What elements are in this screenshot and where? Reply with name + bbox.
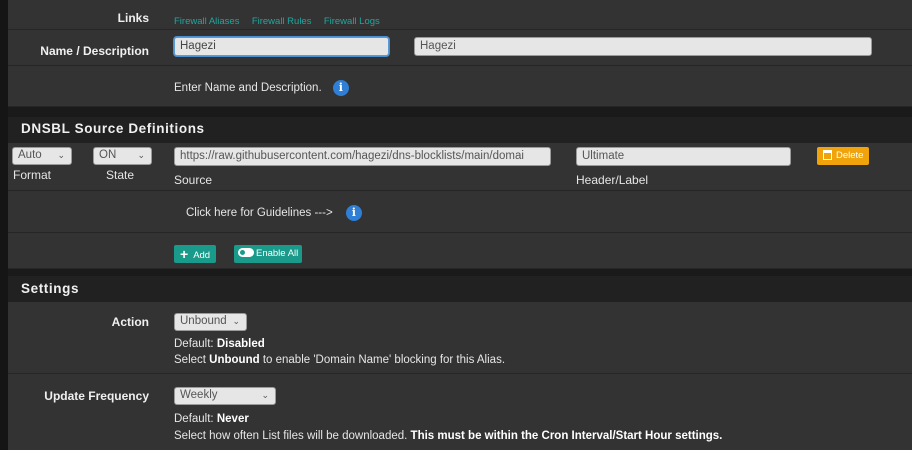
plus-icon: + [180, 246, 189, 262]
format-label: Format [13, 168, 52, 182]
header-label-caption: Header/Label [576, 173, 649, 187]
state-value: ON [99, 149, 117, 161]
action-value: Unbound [180, 315, 227, 327]
trash-icon [823, 150, 832, 160]
toggle-icon [238, 248, 254, 257]
firewall-rules-link[interactable]: Firewall Rules [252, 16, 312, 27]
section-gap-2 [8, 269, 912, 276]
action-help-prefix: Select [174, 354, 206, 366]
chevron-down-icon: ⌄ [261, 390, 269, 400]
source-url-input[interactable]: https://raw.githubusercontent.com/hagezi… [174, 147, 551, 166]
action-default-value: Disabled [216, 338, 265, 350]
add-button[interactable]: + Add [174, 245, 217, 263]
dnsbl-heading: DNSBL Source Definitions [8, 117, 912, 143]
add-row [8, 233, 912, 269]
action-default: Default: Disabled [174, 338, 265, 350]
action-help-suffix: to enable 'Domain Name' blocking for thi… [262, 354, 506, 366]
name-desc-help-text: Enter Name and Description. [174, 82, 322, 95]
update-frequency-label: Update Frequency [44, 389, 149, 403]
add-button-label: Add [193, 250, 211, 261]
action-select[interactable]: Unbound ⌄ [174, 313, 247, 331]
enable-all-button[interactable]: Enable All [234, 245, 303, 263]
update-help-text: Select how often List files will be down… [174, 430, 408, 442]
delete-button[interactable]: Delete [817, 147, 870, 165]
format-select[interactable]: Auto ⌄ [12, 147, 72, 165]
info-icon[interactable]: i [345, 205, 362, 221]
chevron-down-icon: ⌄ [137, 150, 145, 160]
guidelines-group: Click here for Guidelines ---> i [186, 205, 362, 221]
state-label: State [106, 168, 135, 182]
name-desc-help: Enter Name and Description. i [174, 80, 349, 96]
description-input[interactable]: Hagezi [414, 37, 872, 56]
header-label-input[interactable]: Ultimate [576, 147, 791, 166]
source-label: Source [174, 173, 213, 187]
links-label: Links [117, 11, 149, 25]
guidelines-link[interactable]: Click here for Guidelines ---> [186, 207, 333, 219]
section-gap [8, 107, 912, 117]
update-default-value: Never [216, 413, 249, 425]
chevron-down-icon: ⌄ [232, 316, 240, 326]
guidelines-row [8, 191, 912, 233]
firewall-aliases-link[interactable]: Firewall Aliases [174, 16, 239, 27]
state-select[interactable]: ON ⌄ [93, 147, 152, 165]
action-help-bold: Unbound [209, 354, 260, 366]
name-desc-label: Name / Description [40, 44, 149, 58]
update-frequency-select[interactable]: Weekly ⌄ [174, 387, 276, 405]
update-frequency-value: Weekly [180, 389, 218, 401]
links-group: Firewall Aliases Firewall Rules Firewall… [174, 13, 389, 27]
format-value: Auto [18, 149, 42, 161]
info-icon[interactable]: i [332, 80, 349, 96]
name-input[interactable]: Hagezi [174, 37, 389, 56]
action-label: Action [111, 315, 149, 329]
update-default-prefix: Default: [174, 413, 214, 425]
delete-button-label: Delete [836, 150, 864, 161]
update-help: Select how often List files will be down… [174, 430, 722, 442]
action-help: Select Unbound to enable 'Domain Name' b… [174, 354, 505, 366]
update-help-bold: This must be within the Cron Interval/St… [410, 430, 723, 442]
action-default-prefix: Default: [174, 338, 214, 350]
update-default: Default: Never [174, 413, 249, 425]
firewall-logs-link[interactable]: Firewall Logs [324, 16, 380, 27]
settings-heading: Settings [8, 276, 912, 302]
enable-all-label: Enable All [256, 248, 299, 259]
chevron-down-icon: ⌄ [57, 150, 65, 160]
name-desc-help-row [8, 66, 912, 107]
left-edge [0, 0, 8, 450]
